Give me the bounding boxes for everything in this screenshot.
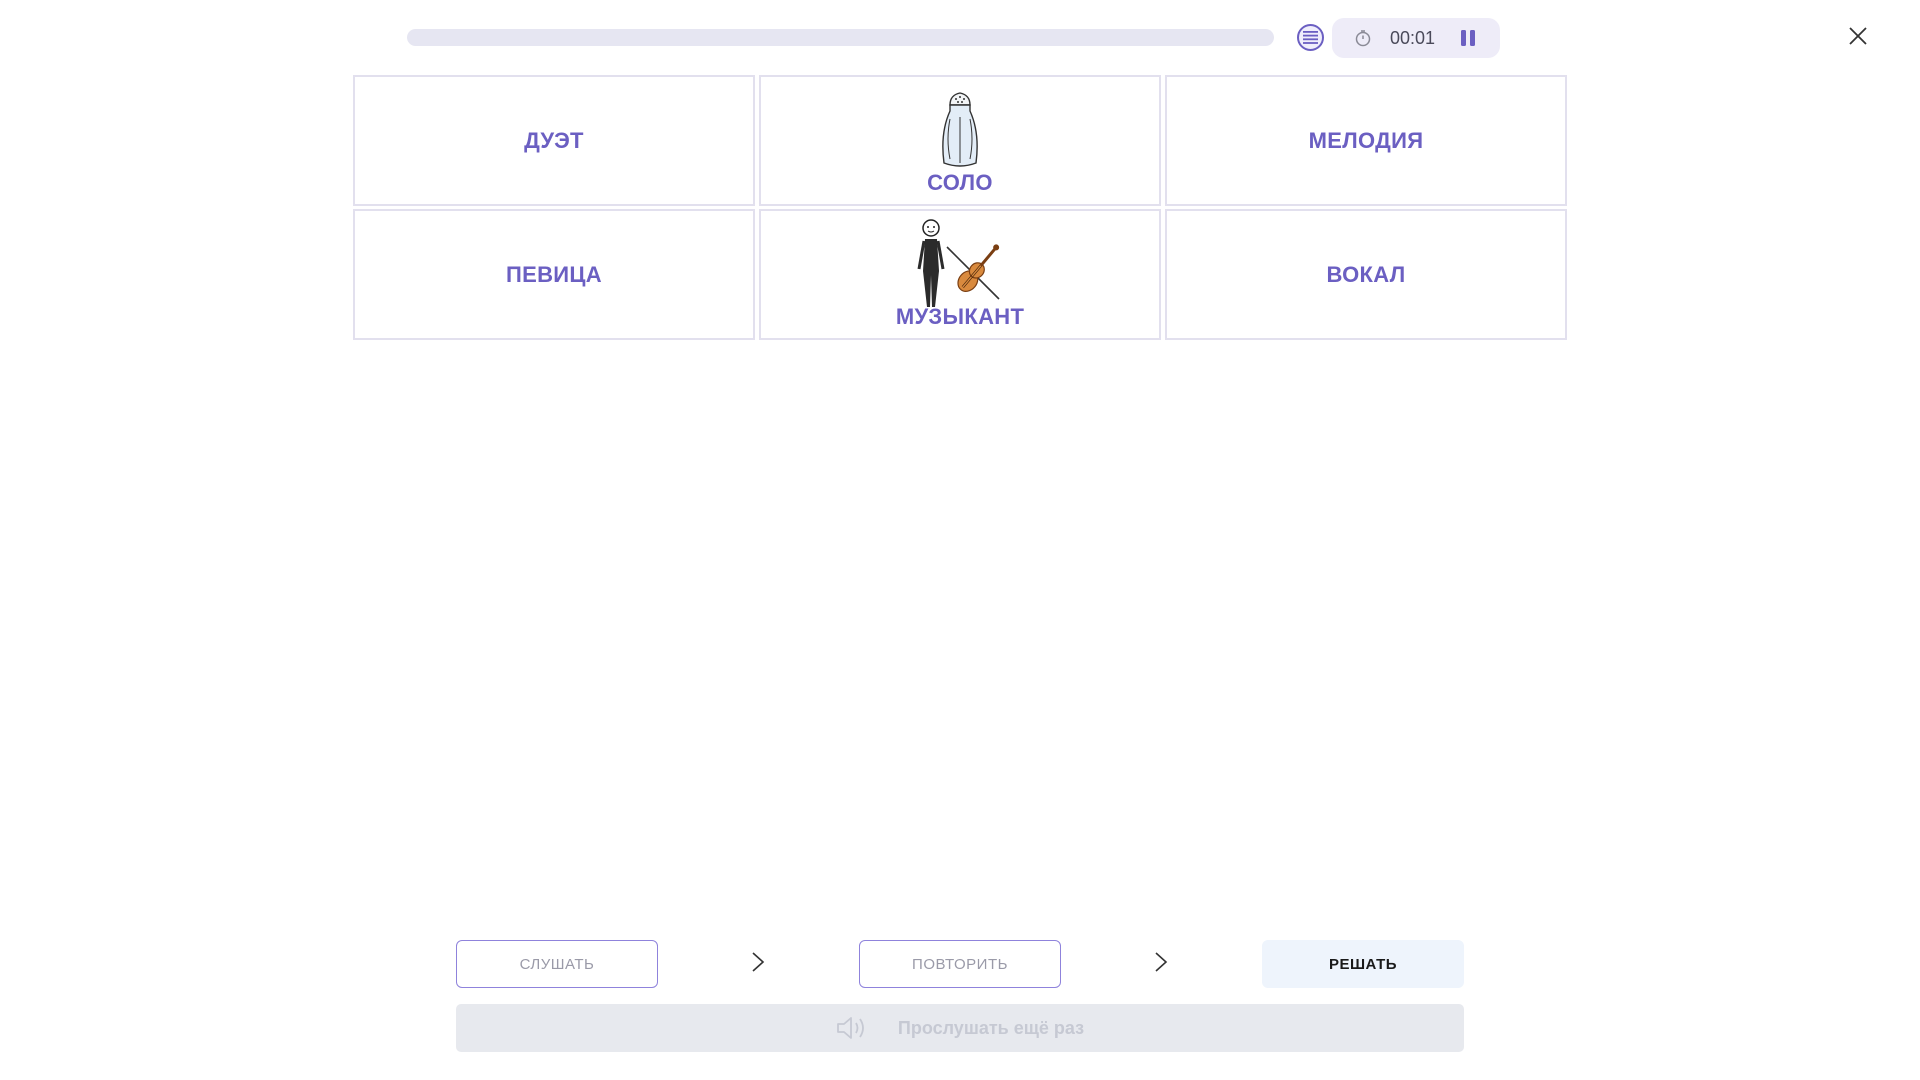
- musician-violin-icon: [917, 219, 1000, 307]
- progress-bar: [407, 29, 1274, 46]
- exercise-screen: 00:01 ДУЭТ СОЛО МЕЛОДИЯ ПЕВИЦА МУЗЫКАНТ …: [0, 0, 1920, 1080]
- replay-label: Прослушать ещё раз: [897, 1017, 1085, 1038]
- word-card-solo[interactable]: СОЛО: [759, 75, 1161, 206]
- card-label: ДУЭТ: [524, 127, 584, 153]
- word-card-duet[interactable]: ДУЭТ: [353, 75, 755, 206]
- word-card-singer[interactable]: ПЕВИЦА: [353, 209, 755, 340]
- card-label: ВОКАЛ: [1326, 261, 1406, 287]
- card-label: МЕЛОДИЯ: [1308, 127, 1424, 153]
- repeat-button[interactable]: ПОВТОРИТЬ: [859, 940, 1061, 988]
- chevron-right-icon: [752, 952, 765, 972]
- card-label: СОЛО: [927, 170, 993, 195]
- chevron-right-icon: [1155, 952, 1168, 972]
- salt-shaker-icon: [942, 92, 978, 167]
- card-label: МУЗЫКАНТ: [895, 304, 1025, 329]
- card-label: ПЕВИЦА: [506, 261, 602, 287]
- timer-value: 00:01: [1390, 28, 1436, 48]
- pause-icon[interactable]: [1456, 26, 1480, 50]
- replay-button[interactable]: Прослушать ещё раз: [456, 1004, 1464, 1052]
- solve-button[interactable]: РЕШАТЬ: [1262, 940, 1464, 988]
- task-list-button[interactable]: [1297, 24, 1324, 51]
- close-icon[interactable]: [1846, 24, 1870, 48]
- word-card-melody[interactable]: МЕЛОДИЯ: [1165, 75, 1567, 206]
- stopwatch-icon: [1355, 30, 1371, 47]
- word-card-vocal[interactable]: ВОКАЛ: [1165, 209, 1567, 340]
- list-icon: [1303, 31, 1318, 44]
- speaker-icon: [837, 1017, 864, 1039]
- listen-button[interactable]: СЛУШАТЬ: [456, 940, 658, 988]
- timer-panel: 00:01: [1332, 18, 1500, 58]
- word-card-musician[interactable]: МУЗЫКАНТ: [759, 209, 1161, 340]
